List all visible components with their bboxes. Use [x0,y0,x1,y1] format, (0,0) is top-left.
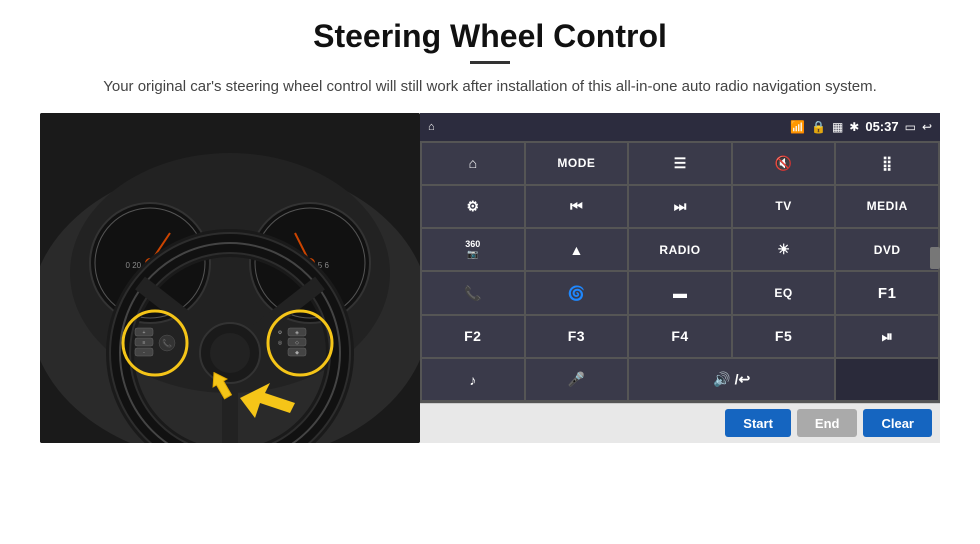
settings-icon: ⚙ [467,198,480,215]
svg-text:◇: ◇ [295,340,299,346]
status-right: 📶 🔒 ▦ ✱ 05:37 ▭ ↩ [790,119,932,134]
btn-mic[interactable]: 🎤 [526,359,628,400]
steering-wheel-image: 0 20 40 60 80 1 2 3 4 5 6 [40,113,420,443]
btn-f2[interactable]: F2 [422,316,524,357]
bluetooth-icon: ✱ [849,120,859,134]
home-btn-icon: ⌂ [469,155,477,171]
mute-icon: 🔇 [775,155,792,172]
btn-f3[interactable]: F3 [526,316,628,357]
svg-text:📞: 📞 [162,338,172,348]
btn-radio[interactable]: RADIO [629,229,731,270]
next-icon: ⏭ [674,198,687,215]
end-button[interactable]: End [797,409,858,437]
svg-text:≡: ≡ [143,340,146,346]
btn-home[interactable]: ⌂ [422,143,524,184]
volume-icon: 🔊 /↩ [713,371,750,388]
page-title: Steering Wheel Control [313,18,667,55]
time-display: 05:37 [865,119,898,134]
home-icon: ⌂ [428,121,435,133]
btn-tv[interactable]: TV [733,186,835,227]
btn-settings[interactable]: ⚙ [422,186,524,227]
screen-icon: ▭ [905,120,916,134]
btn-phone[interactable]: 📞 [422,272,524,313]
btn-next[interactable]: ⏭ [629,186,731,227]
sim-icon: ▦ [832,120,843,134]
btn-nav[interactable]: 🌀 [526,272,628,313]
title-divider [470,61,510,64]
btn-mute[interactable]: 🔇 [733,143,835,184]
start-button[interactable]: Start [725,409,791,437]
svg-text:◈: ◈ [295,330,299,336]
eject-icon: ▲ [569,242,583,258]
btn-f5[interactable]: F5 [733,316,835,357]
action-bar: Start End Clear [420,403,940,443]
status-bar: ⌂ 📶 🔒 ▦ ✱ 05:37 ▭ ↩ [420,113,940,141]
btn-eq[interactable]: EQ [733,272,835,313]
btn-mode[interactable]: MODE [526,143,628,184]
btn-f1[interactable]: F1 [836,272,938,313]
btn-menu[interactable]: ☰ [629,143,731,184]
svg-text:+: + [143,330,146,336]
btn-prev[interactable]: ⏮ [526,186,628,227]
svg-text:⚙: ⚙ [278,330,283,336]
brightness-icon: ☀ [777,241,790,258]
nav-icon: 🌀 [568,285,585,302]
apps-icon: ⣿ [882,155,892,172]
back-icon: ↩ [922,120,932,134]
btn-apps[interactable]: ⣿ [836,143,938,184]
camera-icon: 360📷 [465,239,480,260]
playpause-icon: ⏯ [882,328,893,345]
menu-icon: ☰ [674,155,687,172]
btn-eject[interactable]: ▲ [526,229,628,270]
scroll-indicator [930,247,940,269]
btn-brightness[interactable]: ☀ [733,229,835,270]
btn-screen[interactable]: ▬ [629,272,731,313]
button-grid: ⌂ MODE ☰ 🔇 ⣿ ⚙ ⏮ ⏭ TV MEDIA 360📷 ▲ RADIO… [420,141,940,403]
btn-f4[interactable]: F4 [629,316,731,357]
prev-icon: ⏮ [570,198,583,215]
btn-media[interactable]: MEDIA [836,186,938,227]
btn-dvd[interactable]: DVD [836,229,938,270]
btn-volume[interactable]: 🔊 /↩ [629,359,834,400]
device-panel: ⌂ 📶 🔒 ▦ ✱ 05:37 ▭ ↩ ⌂ MODE ☰ [420,113,940,443]
screen-ratio-icon: ▬ [673,285,687,301]
wifi-icon: 📶 [790,120,805,134]
lock-icon: 🔒 [811,120,826,134]
svg-text:◆: ◆ [295,350,299,356]
btn-camera360[interactable]: 360📷 [422,229,524,270]
music-icon: ♪ [469,372,476,388]
page-container: Steering Wheel Control Your original car… [0,0,980,544]
btn-playpause[interactable]: ⏯ [836,316,938,357]
clear-button[interactable]: Clear [863,409,932,437]
btn-music[interactable]: ♪ [422,359,524,400]
page-subtitle: Your original car's steering wheel contr… [103,76,877,99]
mic-icon: 🎤 [568,371,585,388]
svg-text:◎: ◎ [278,340,283,346]
status-left: ⌂ [428,121,435,133]
main-content: 0 20 40 60 80 1 2 3 4 5 6 [40,113,940,443]
phone-icon: 📞 [464,285,481,302]
btn-empty [836,359,938,400]
